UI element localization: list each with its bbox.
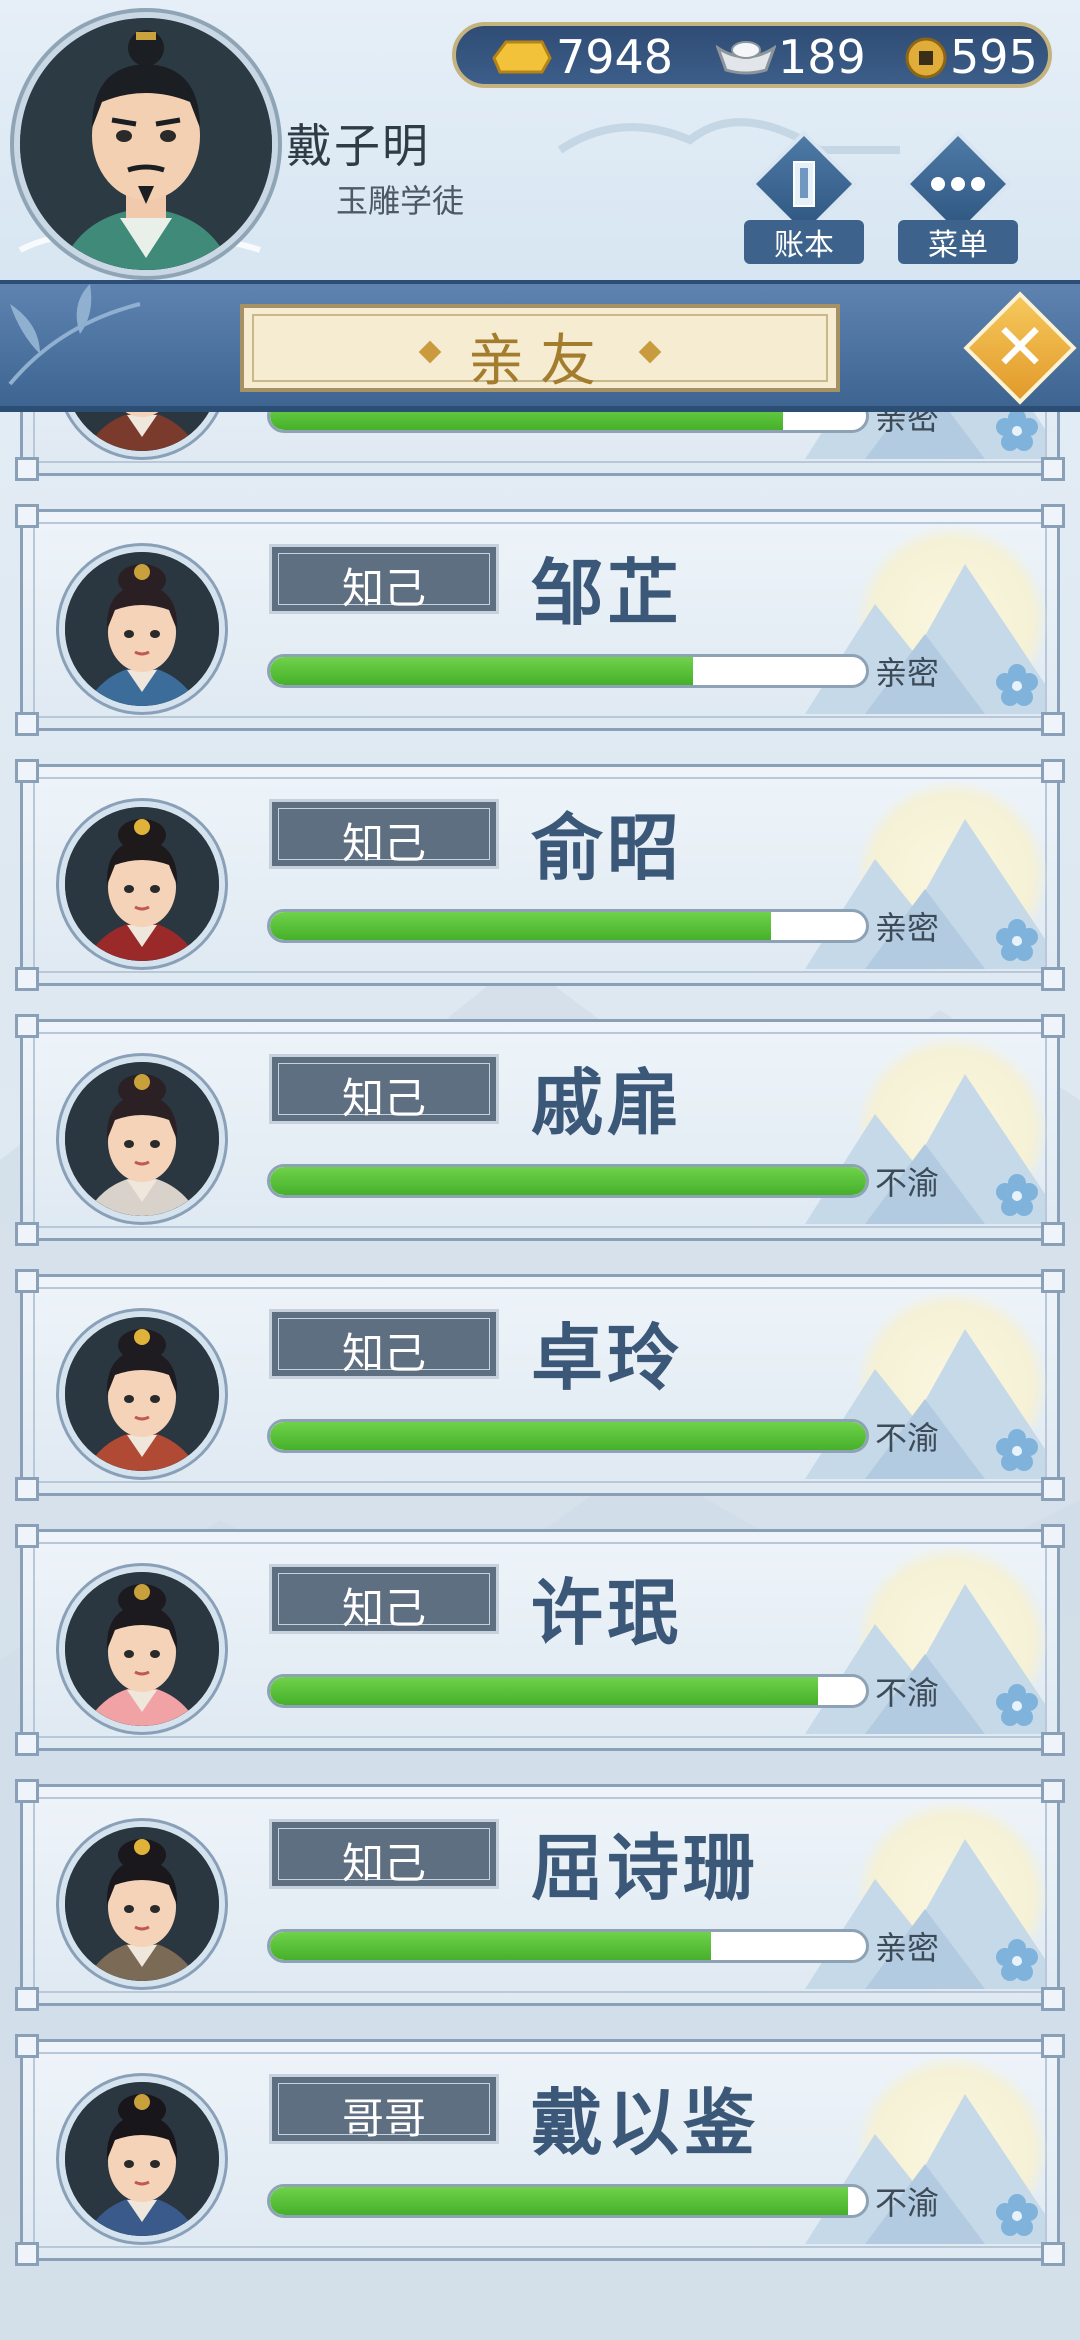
affinity-fill bbox=[270, 412, 783, 430]
friend-name: 屈诗珊 bbox=[531, 1826, 760, 1910]
page-title: 亲友 bbox=[468, 329, 612, 394]
affinity-bar bbox=[267, 909, 869, 943]
menu-label: 菜单 bbox=[898, 220, 1018, 264]
affinity-fill bbox=[270, 1422, 866, 1450]
plum-flower-icon bbox=[996, 1684, 1038, 1726]
plum-flower-icon bbox=[996, 1429, 1038, 1471]
gold-count: 7948 bbox=[556, 30, 674, 84]
affinity-status: 不渝 bbox=[875, 2184, 940, 2222]
relation-tag: 知己 bbox=[269, 1054, 499, 1124]
friend-portrait bbox=[65, 1572, 219, 1726]
title-bar: 亲友 bbox=[0, 280, 1080, 412]
friend-avatar[interactable] bbox=[59, 801, 225, 967]
affinity-status: 不渝 bbox=[875, 1164, 940, 1202]
ledger-label: 账本 bbox=[744, 220, 864, 264]
ledger-icon bbox=[793, 161, 815, 207]
friend-portrait bbox=[65, 552, 219, 706]
plum-flower-icon bbox=[996, 919, 1038, 961]
player-avatar[interactable] bbox=[14, 12, 278, 276]
friend-avatar[interactable] bbox=[59, 1056, 225, 1222]
plum-flower-icon bbox=[996, 2194, 1038, 2236]
relation-label: 知己 bbox=[341, 1329, 426, 1378]
relation-tag: 知己 bbox=[269, 1309, 499, 1379]
friend-avatar[interactable] bbox=[59, 1821, 225, 1987]
affinity-fill bbox=[270, 1932, 712, 1960]
affinity-bar bbox=[267, 1674, 869, 1708]
relation-tag: 知己 bbox=[269, 1564, 499, 1634]
gold-ingot-icon bbox=[492, 40, 552, 74]
relation-tag: 哥哥 bbox=[269, 2074, 499, 2144]
friend-card[interactable]: 知己 邹芷 亲密 bbox=[15, 504, 1065, 736]
affinity-status: 亲密 bbox=[875, 909, 940, 947]
title-plate: 亲友 bbox=[240, 304, 840, 394]
player-title: 玉雕学徒 bbox=[336, 182, 465, 220]
affinity-fill bbox=[270, 1167, 866, 1195]
more-icon bbox=[931, 177, 985, 191]
friend-name: 戴以鉴 bbox=[531, 2081, 760, 2165]
friend-card[interactable]: 知己 俞昭 亲密 bbox=[15, 759, 1065, 991]
friend-name: 俞昭 bbox=[531, 806, 684, 890]
affinity-status: 亲密 bbox=[875, 654, 940, 692]
friend-card[interactable]: 知己 屈诗珊 亲密 bbox=[15, 1779, 1065, 2011]
affinity-status: 不渝 bbox=[875, 1419, 940, 1457]
relation-label: 知己 bbox=[341, 564, 426, 613]
player-portrait bbox=[20, 18, 272, 270]
affinity-bar bbox=[267, 1419, 869, 1453]
affinity-bar bbox=[267, 412, 869, 433]
friend-avatar[interactable] bbox=[59, 1311, 225, 1477]
friend-portrait bbox=[65, 1062, 219, 1216]
friend-name: 许珉 bbox=[531, 1571, 684, 1655]
friend-portrait bbox=[65, 1317, 219, 1471]
close-icon: ✕ bbox=[993, 311, 1047, 385]
bamboo-leaf-icon bbox=[8, 284, 141, 386]
affinity-status: 亲密 bbox=[875, 1929, 940, 1967]
relation-tag: 知己 bbox=[269, 544, 499, 614]
relation-label: 知己 bbox=[341, 819, 426, 868]
relation-label: 哥哥 bbox=[341, 2094, 426, 2143]
menu-button[interactable]: 菜单 bbox=[898, 130, 1018, 264]
coin-icon bbox=[905, 37, 947, 79]
affinity-status: 亲密 bbox=[875, 412, 940, 437]
affinity-bar bbox=[267, 1929, 869, 1963]
plum-flower-icon bbox=[996, 1174, 1038, 1216]
friend-card[interactable]: 知己 卓玲 不渝 bbox=[15, 1269, 1065, 1501]
affinity-bar bbox=[267, 654, 869, 688]
affinity-fill bbox=[270, 1677, 819, 1705]
friend-portrait bbox=[65, 807, 219, 961]
affinity-status: 不渝 bbox=[875, 1674, 940, 1712]
friend-card[interactable]: 哥哥 戴以鉴 不渝 bbox=[15, 2034, 1065, 2266]
friend-card[interactable]: 亲密 bbox=[15, 412, 1065, 481]
friend-name: 卓玲 bbox=[531, 1316, 684, 1400]
affinity-fill bbox=[270, 2187, 849, 2215]
friend-portrait bbox=[65, 2082, 219, 2236]
relation-label: 知己 bbox=[341, 1584, 426, 1633]
currency-bar: 7948 189 595 bbox=[452, 22, 1052, 88]
friend-name: 邹芷 bbox=[531, 551, 684, 635]
plum-flower-icon bbox=[996, 412, 1038, 451]
friend-card[interactable]: 知己 许珉 不渝 bbox=[15, 1524, 1065, 1756]
friend-avatar[interactable] bbox=[59, 546, 225, 712]
friend-list[interactable]: 亲密 知己 邹芷 亲密 知己 俞昭 亲密 知己 戚扉 不渝 知己 卓玲 不渝 知… bbox=[0, 412, 1080, 2340]
silver-ingot-icon bbox=[716, 41, 776, 75]
coin-count: 595 bbox=[950, 30, 1038, 84]
friend-avatar[interactable] bbox=[59, 1566, 225, 1732]
affinity-bar bbox=[267, 2184, 869, 2218]
plum-flower-icon bbox=[996, 1939, 1038, 1981]
player-name: 戴子明 bbox=[286, 119, 430, 173]
relation-label: 知己 bbox=[341, 1839, 426, 1888]
ledger-button[interactable]: 账本 bbox=[744, 130, 864, 264]
silver-count: 189 bbox=[778, 30, 866, 84]
relation-tag: 知己 bbox=[269, 1819, 499, 1889]
affinity-bar bbox=[267, 1164, 869, 1198]
affinity-fill bbox=[270, 657, 694, 685]
affinity-fill bbox=[270, 912, 771, 940]
relation-tag: 知己 bbox=[269, 799, 499, 869]
top-header: 戴子明 玉雕学徒 7948 189 595 账本 菜单 bbox=[0, 0, 1080, 280]
plum-flower-icon bbox=[996, 664, 1038, 706]
friend-avatar[interactable] bbox=[59, 2076, 225, 2242]
relation-label: 知己 bbox=[341, 1074, 426, 1123]
friend-name: 戚扉 bbox=[531, 1061, 684, 1145]
friend-card[interactable]: 知己 戚扉 不渝 bbox=[15, 1014, 1065, 1246]
friend-portrait bbox=[65, 1827, 219, 1981]
